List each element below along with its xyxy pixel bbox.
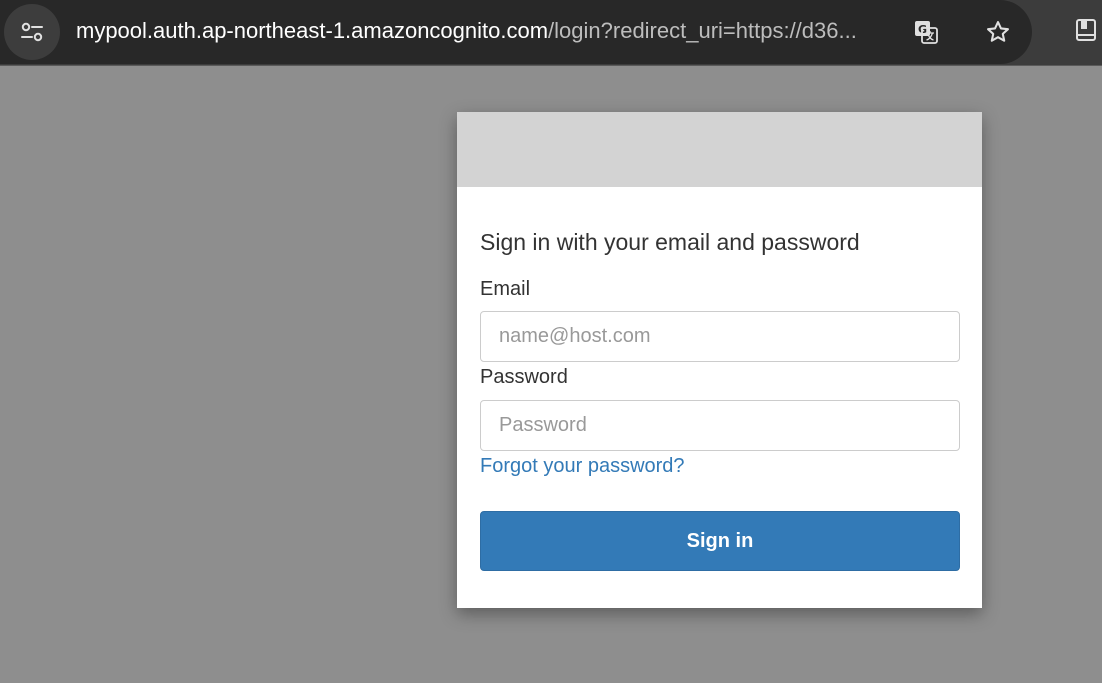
bookmark-star-button[interactable]	[980, 14, 1016, 50]
login-panel: Sign in with your email and password Ema…	[457, 112, 982, 608]
email-input[interactable]	[480, 311, 960, 362]
password-label: Password	[480, 366, 568, 388]
url-host: mypool.auth.ap-northeast-1.amazoncognito…	[76, 18, 549, 43]
form-title: Sign in with your email and password	[480, 229, 860, 255]
forgot-password-link[interactable]: Forgot your password?	[480, 454, 685, 478]
reading-list-button[interactable]	[1068, 12, 1102, 48]
password-input[interactable]	[480, 400, 960, 451]
url-text[interactable]: mypool.auth.ap-northeast-1.amazoncognito…	[76, 17, 896, 45]
sign-in-button[interactable]: Sign in	[480, 511, 960, 571]
star-icon	[987, 21, 1009, 42]
reading-list-icon	[1076, 19, 1096, 41]
logo-banner	[457, 112, 982, 187]
translate-button[interactable]: G	[908, 14, 944, 50]
tune-icon	[21, 22, 43, 42]
url-path: /login?redirect_uri=https://d36...	[548, 18, 857, 43]
browser-toolbar: mypool.auth.ap-northeast-1.amazoncognito…	[0, 0, 1102, 66]
translate-icon: G	[915, 21, 938, 44]
email-label: Email	[480, 278, 531, 300]
address-bar[interactable]: mypool.auth.ap-northeast-1.amazoncognito…	[0, 0, 1032, 64]
site-info-button[interactable]	[4, 4, 60, 60]
